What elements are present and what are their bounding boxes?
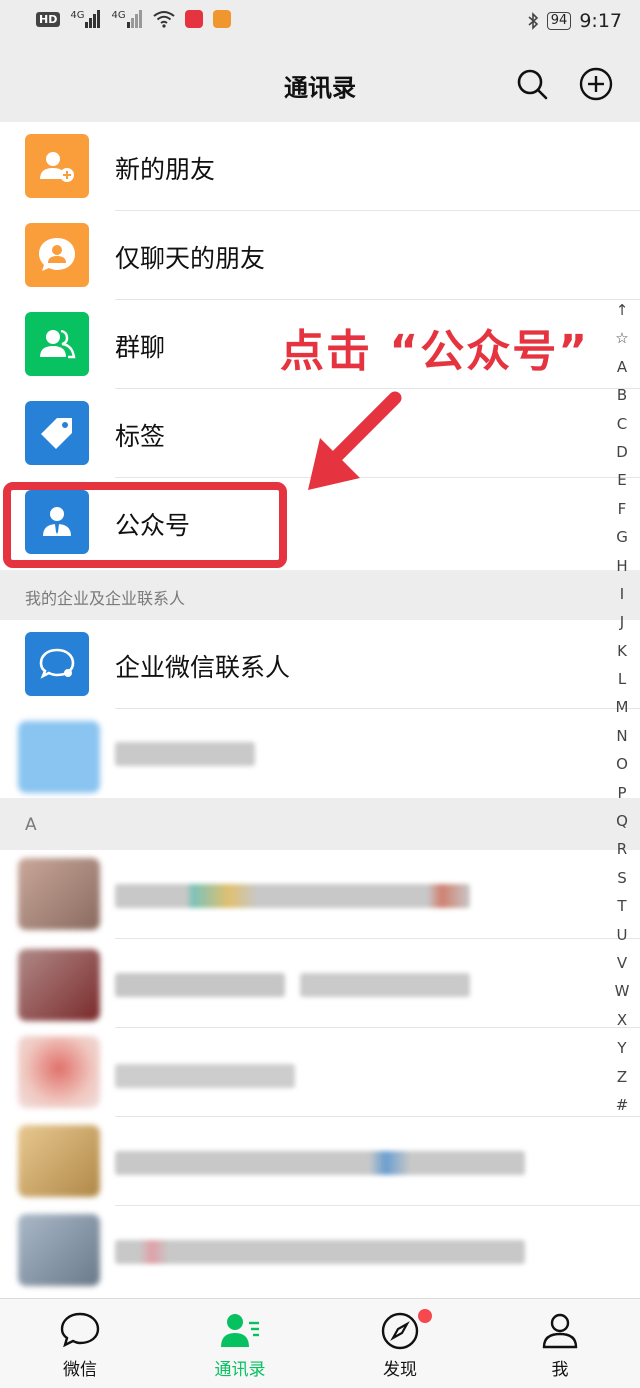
group-chat-icon — [25, 312, 89, 376]
menu-item-enterprise-contacts[interactable]: 企业微信联系人 — [0, 620, 640, 709]
status-icons-left: HD 4G 4G — [36, 10, 231, 28]
contact-row[interactable] — [0, 850, 640, 939]
index-letter[interactable]: K — [617, 637, 627, 665]
enterprise-contact-icon — [25, 632, 89, 696]
tab-contacts[interactable]: 通讯录 — [160, 1299, 320, 1388]
chat-bubble-icon — [60, 1312, 100, 1348]
index-letter[interactable]: Q — [616, 807, 628, 835]
index-letter[interactable]: F — [618, 495, 627, 523]
index-letter[interactable]: ↑ — [616, 296, 629, 324]
index-letter[interactable]: J — [620, 608, 624, 636]
index-letter[interactable]: R — [617, 835, 627, 863]
section-header-letter: A — [0, 798, 640, 850]
menu-item-label: 群聊 — [115, 333, 166, 362]
index-letter[interactable]: O — [616, 750, 628, 778]
signal-4g-icon: 4G — [111, 10, 142, 28]
contact-row[interactable] — [0, 1206, 640, 1295]
blurred-name — [115, 973, 285, 997]
bluetooth-icon — [528, 12, 538, 30]
menu-item-label: 仅聊天的朋友 — [115, 244, 266, 273]
avatar — [18, 1214, 100, 1286]
index-letter[interactable]: W — [615, 977, 630, 1005]
menu-item-label: 企业微信联系人 — [115, 653, 291, 682]
wifi-icon — [152, 11, 175, 28]
index-letter[interactable]: P — [617, 779, 626, 807]
avatar — [18, 949, 100, 1021]
annotation-arrow-icon — [308, 391, 402, 490]
index-letter[interactable]: Z — [617, 1063, 627, 1091]
index-letter[interactable]: ☆ — [615, 324, 628, 352]
tab-chats[interactable]: 微信 — [0, 1299, 160, 1388]
annotation-highlight-box — [3, 482, 287, 568]
menu-item-label: 标签 — [115, 422, 166, 451]
status-time: 9:17 — [579, 10, 622, 32]
enterprise-entry-blurred[interactable] — [0, 709, 640, 798]
index-letter[interactable]: X — [617, 1006, 627, 1034]
app-icon-orange — [212, 10, 231, 28]
tab-label: 微信 — [63, 1360, 97, 1380]
tab-bar: 微信 通讯录 发现 我 — [0, 1298, 640, 1388]
avatar — [18, 1036, 100, 1108]
tab-me[interactable]: 我 — [480, 1299, 640, 1388]
header-bar: 通讯录 — [0, 46, 640, 122]
index-letter[interactable]: H — [616, 552, 627, 580]
avatar — [18, 858, 100, 930]
index-letter[interactable]: D — [616, 438, 628, 466]
blurred-name — [115, 1151, 525, 1175]
index-letter[interactable]: A — [617, 353, 627, 381]
index-letter[interactable]: Y — [617, 1034, 626, 1062]
index-letter[interactable]: V — [617, 949, 627, 977]
index-letter[interactable]: U — [617, 921, 628, 949]
status-icons-right: 94 9:17 — [527, 10, 622, 32]
index-letter[interactable]: I — [620, 580, 624, 608]
menu-item-chat-only-friends[interactable]: 仅聊天的朋友 — [0, 211, 640, 300]
contacts-icon — [221, 1314, 259, 1347]
annotation-text: 点击 “公众号” — [280, 326, 590, 377]
index-letter[interactable]: N — [616, 722, 627, 750]
tag-icon — [25, 401, 89, 465]
index-letter[interactable]: # — [616, 1091, 629, 1119]
blurred-name — [115, 884, 470, 908]
index-letter[interactable]: T — [617, 892, 626, 920]
menu-item-new-friends[interactable]: 新的朋友 — [0, 122, 640, 211]
index-letter[interactable]: G — [616, 523, 628, 551]
tab-label: 我 — [551, 1360, 569, 1380]
tab-label: 通讯录 — [214, 1360, 266, 1380]
compass-icon — [381, 1312, 419, 1350]
tab-label: 发现 — [383, 1360, 417, 1380]
avatar — [18, 721, 100, 793]
blurred-name — [115, 742, 255, 766]
add-friend-icon — [25, 134, 89, 198]
index-letter[interactable]: M — [616, 693, 629, 721]
alphabet-index[interactable]: ↑ ☆ A B C D E F G H I J K L M N O P Q R S T U V W X Y Z # — [612, 296, 632, 1119]
badge-red-dot — [418, 1309, 432, 1323]
battery-icon: 94 — [546, 12, 572, 30]
plus-circle-icon[interactable] — [578, 66, 614, 102]
index-letter[interactable]: L — [618, 665, 626, 693]
index-letter[interactable]: B — [617, 381, 627, 409]
search-icon[interactable] — [514, 66, 550, 102]
blurred-name — [115, 1064, 295, 1088]
index-letter[interactable]: S — [617, 864, 627, 892]
section-header-enterprise: 我的企业及企业联系人 — [0, 570, 640, 620]
section-header-label: 我的企业及企业联系人 — [25, 589, 186, 608]
hd-icon: HD — [36, 11, 61, 27]
app-icon-red — [184, 10, 203, 28]
index-letter[interactable]: C — [617, 410, 627, 438]
contact-row[interactable] — [0, 939, 640, 1028]
blurred-name — [115, 1240, 525, 1264]
contact-row[interactable] — [0, 1117, 640, 1206]
section-letter: A — [25, 815, 37, 835]
avatar — [18, 1125, 100, 1197]
status-bar: HD 4G 4G 94 9:17 — [0, 0, 640, 46]
contact-row[interactable] — [0, 1028, 640, 1117]
index-letter[interactable]: E — [617, 466, 626, 494]
tab-discover[interactable]: 发现 — [320, 1299, 480, 1388]
signal-4g-icon: 4G — [70, 10, 101, 28]
menu-item-label: 新的朋友 — [115, 155, 216, 184]
blurred-name — [300, 973, 470, 997]
person-icon — [542, 1313, 578, 1349]
chat-only-icon — [25, 223, 89, 287]
